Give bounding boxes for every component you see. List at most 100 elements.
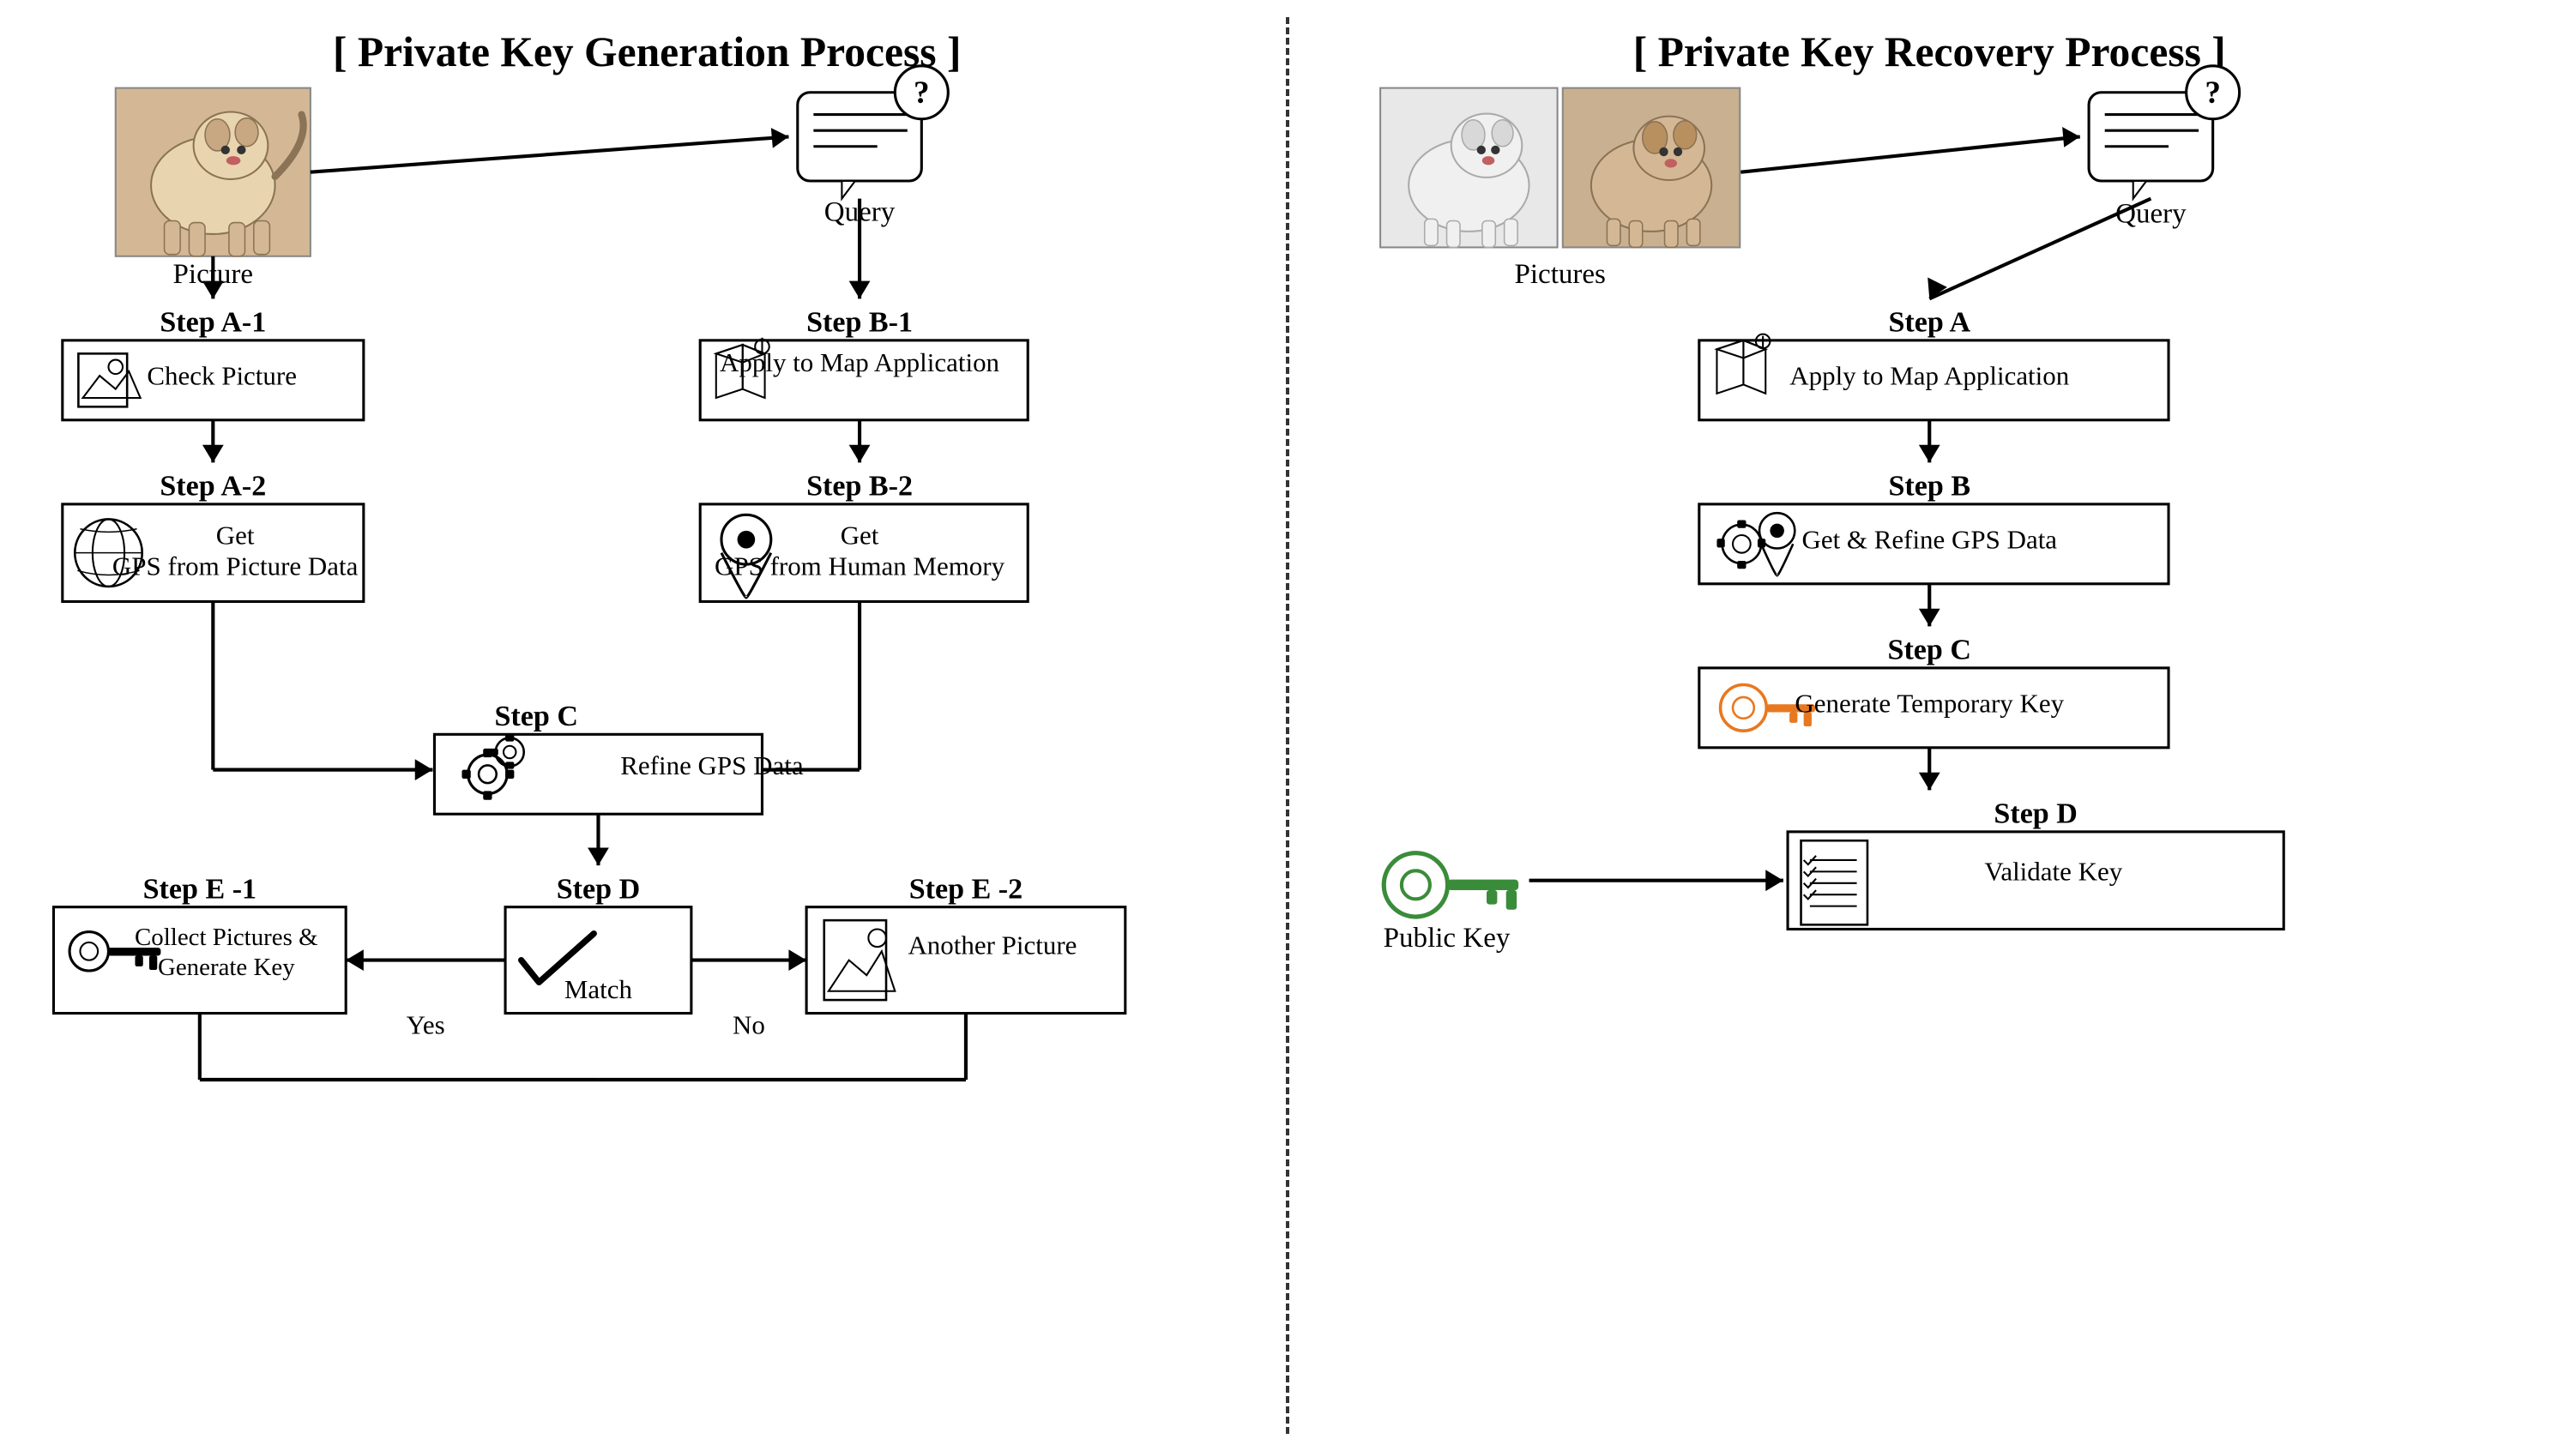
- step-a1-text: Check Picture: [147, 360, 297, 390]
- rd2-l1: [1607, 219, 1620, 245]
- pictures-label: Pictures: [1514, 259, 1605, 290]
- rd1-ear-r: [1492, 120, 1513, 147]
- public-key-ring: [1384, 853, 1447, 917]
- rd1-ear-l: [1462, 120, 1485, 150]
- public-key-tooth1: [1505, 890, 1516, 910]
- arrow-pic-query-head: [771, 128, 789, 148]
- rd1-eye-r: [1491, 146, 1499, 154]
- arrow-b1-b2-head: [849, 445, 871, 463]
- e1-key-tooth2: [135, 955, 142, 966]
- step-b2-text2: GPS from Human Memory: [715, 551, 1005, 581]
- dog-ear-right: [235, 118, 258, 147]
- b1-text1: Apply to Map Application: [720, 347, 1000, 377]
- panel-divider: [1286, 17, 1291, 1434]
- step-c-label: Step C: [494, 701, 577, 732]
- step-e2-label: Step E -2: [909, 873, 1023, 905]
- e1-key-tooth1: [149, 955, 157, 970]
- step-b1-label: Step B-1: [806, 307, 913, 339]
- rb-pin-dot: [1770, 524, 1784, 539]
- right-title: [ Private Key Recovery Process ]: [1632, 28, 2225, 75]
- no-label: No: [733, 1009, 765, 1039]
- arrow-d-e2-head: [788, 949, 806, 971]
- dog-leg3: [229, 223, 245, 256]
- step-rc-label: Step C: [1887, 635, 1970, 666]
- b2-pin-dot: [738, 531, 756, 549]
- dog-eye-right: [237, 146, 245, 154]
- r-query-question-mark: ?: [2205, 75, 2221, 111]
- r-arrow-pk-d-head: [1765, 870, 1783, 891]
- arrow-c-d-head: [588, 847, 609, 865]
- r-arrow-c-d-head: [1918, 773, 1940, 791]
- dog-leg2: [189, 223, 205, 256]
- rb-tooth2: [1737, 561, 1746, 569]
- step-rd-label: Step D: [1994, 798, 2077, 830]
- rd2-nose: [1664, 159, 1676, 167]
- rd1-eye-l: [1476, 146, 1485, 154]
- dog-leg4: [254, 220, 270, 254]
- arrow-pic-to-query: [311, 136, 789, 172]
- right-panel: [ Private Key Recovery Process ]: [1300, 17, 2560, 1434]
- dog-nose: [226, 156, 241, 165]
- rd2-l2: [1629, 220, 1642, 247]
- public-key-shaft: [1447, 880, 1518, 890]
- r-arrow-pics-query: [1740, 136, 2079, 172]
- c-tooth3: [462, 770, 470, 779]
- rd1-head: [1451, 114, 1522, 178]
- right-diagram: [ Private Key Recovery Process ]: [1300, 17, 2560, 1434]
- arrow-a2-c-head: [415, 759, 433, 780]
- e2-text1: Another Picture: [908, 930, 1077, 960]
- yes-label: Yes: [407, 1009, 445, 1039]
- rb-tooth3: [1716, 539, 1724, 547]
- r-bubble-tail: [2133, 181, 2145, 199]
- arrow-query-b1-head: [849, 281, 871, 299]
- step-rd-text: Validate Key: [1984, 857, 2122, 887]
- arrow-d-e1-head: [346, 949, 364, 971]
- rd2-l3: [1664, 220, 1677, 247]
- r-arrow-pics-query-head: [2062, 127, 2080, 148]
- rd2-ear-r: [1673, 121, 1696, 149]
- arrow-a1-a2-head: [202, 445, 224, 463]
- step-c-text: Refine GPS Data: [620, 750, 804, 780]
- step-ra-text: Apply to Map Application: [1789, 360, 2070, 390]
- e1-text1: Collect Pictures &: [135, 924, 318, 951]
- rd2-eye-r: [1673, 148, 1681, 156]
- arrow-pic-a1-head: [202, 281, 224, 299]
- step-e2-box: [806, 907, 1125, 1014]
- dog-eye-left: [221, 146, 230, 154]
- rd1-l4: [1504, 219, 1517, 245]
- r-query-label: Query: [2115, 199, 2187, 230]
- c-tooth4: [505, 770, 514, 779]
- step-rb-label: Step B: [1888, 471, 1970, 503]
- public-key-label: Public Key: [1383, 923, 1510, 954]
- rd1-l3: [1481, 220, 1494, 247]
- step-b2-label: Step B-2: [806, 471, 913, 503]
- rd1-l1: [1424, 219, 1437, 245]
- step-d-text: Match: [564, 974, 633, 1004]
- c2-tooth2: [505, 762, 514, 768]
- rb-tooth1: [1737, 520, 1746, 527]
- public-key-tooth2: [1487, 890, 1497, 905]
- left-panel: [ Private Key Generation Process ] Pictu…: [17, 17, 1277, 1434]
- rd2-l4: [1686, 219, 1699, 245]
- r-arrow-query-a: [1929, 199, 2151, 299]
- query-question-mark: ?: [914, 75, 930, 111]
- step-b2-text1: Get: [841, 520, 879, 550]
- step-a2-text1: Get: [216, 520, 255, 550]
- step-ra-label: Step A: [1888, 307, 1970, 339]
- rd1-l2: [1446, 220, 1459, 247]
- left-diagram: [ Private Key Generation Process ] Pictu…: [17, 17, 1277, 1434]
- e1-text2: Generate Key: [158, 954, 295, 981]
- c2-tooth3: [489, 749, 498, 756]
- step-e1-label: Step E -1: [143, 873, 256, 905]
- rd1-nose: [1481, 156, 1493, 165]
- step-rb-text: Get & Refine GPS Data: [1801, 525, 2057, 555]
- dog-leg1: [165, 220, 181, 254]
- r-arrow-a-b-head: [1918, 445, 1940, 463]
- public-key-ring-inner: [1401, 870, 1429, 899]
- step-a1-label: Step A-1: [160, 307, 266, 339]
- step-a2-label: Step A-2: [160, 471, 266, 503]
- left-title: [ Private Key Generation Process ]: [333, 28, 961, 75]
- c2-tooth1: [505, 734, 514, 741]
- step-rc-text: Generate Temporary Key: [1795, 689, 2064, 719]
- step-d-label: Step D: [557, 873, 640, 905]
